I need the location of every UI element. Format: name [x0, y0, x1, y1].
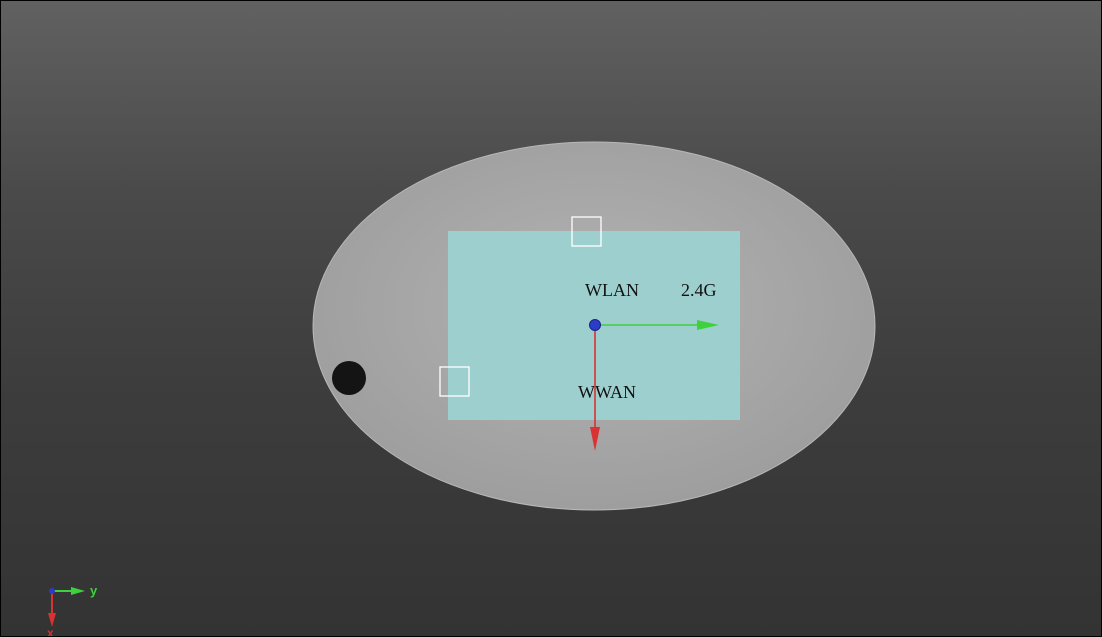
axis-x-label: x: [47, 626, 54, 637]
origin-point[interactable]: [589, 319, 601, 331]
scene-canvas[interactable]: WLAN 2.4G WWAN y x: [1, 1, 1102, 637]
mounting-hole: [332, 361, 366, 395]
axis-y-label: y: [90, 583, 98, 598]
axis-triad: y x: [47, 583, 98, 637]
band-label: 2.4G: [681, 280, 717, 300]
wwan-label: WWAN: [578, 382, 636, 402]
wlan-label: WLAN: [585, 280, 639, 300]
3d-viewport[interactable]: WLAN 2.4G WWAN y x: [0, 0, 1102, 637]
